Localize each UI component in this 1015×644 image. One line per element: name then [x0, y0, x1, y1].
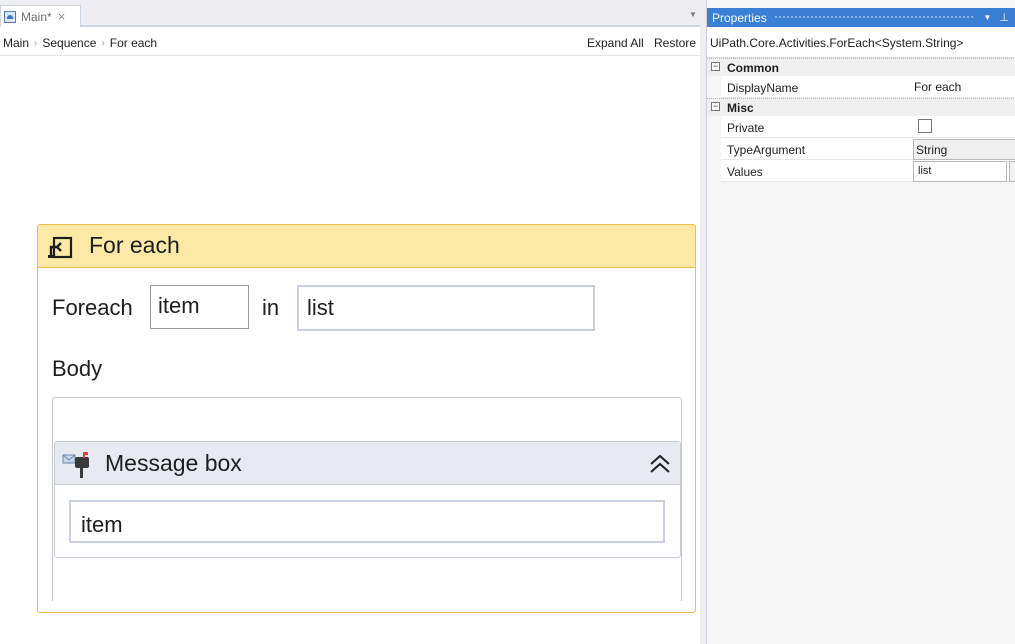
message-text-input[interactable]: item — [69, 500, 665, 543]
document-tab-bar: Main* × ▼ — [0, 0, 700, 27]
body-drop-area[interactable]: Message box item — [52, 397, 682, 601]
typeargument-value: String — [916, 143, 948, 157]
message-box-header[interactable]: Message box — [55, 442, 680, 485]
foreach-label: Foreach — [52, 295, 133, 320]
item-variable-input[interactable]: item — [150, 285, 249, 329]
collapse-chevron-icon[interactable] — [647, 451, 673, 477]
property-row-displayname[interactable]: DisplayName For each — [721, 76, 1015, 98]
breadcrumb-item-sequence[interactable]: Sequence — [42, 36, 96, 50]
typeargument-select[interactable]: String ▼ — [913, 139, 1015, 160]
in-label: in — [262, 295, 280, 320]
properties-title: Properties — [712, 10, 767, 25]
properties-title-bar[interactable]: Properties ▼ ⊥ — [707, 8, 1015, 27]
property-row-typeargument[interactable]: TypeArgument String ▼ — [721, 138, 1015, 160]
breadcrumb: Main › Sequence › For each — [3, 36, 157, 50]
body-label: Body — [52, 356, 103, 381]
properties-panel: Properties ▼ ⊥ UiPath.Core.Activities.Fo… — [706, 0, 1015, 644]
collapse-category-icon[interactable]: − — [711, 62, 720, 71]
restore-button[interactable]: Restore — [654, 36, 696, 50]
breadcrumb-separator-icon: › — [34, 37, 38, 49]
property-name: Values — [727, 165, 763, 179]
displayname-value[interactable]: For each — [914, 80, 961, 99]
property-row-private[interactable]: Private — [721, 116, 1015, 138]
values-input[interactable]: list — [913, 161, 1007, 182]
category-label: Common — [727, 61, 779, 75]
property-name: Private — [727, 121, 765, 135]
private-checkbox[interactable] — [918, 119, 932, 133]
category-label: Misc — [727, 101, 754, 115]
expand-all-button[interactable]: Expand All — [587, 36, 644, 50]
tab-label: Main* — [21, 9, 52, 24]
values-expression-input[interactable]: list — [297, 285, 595, 331]
breadcrumb-item-main[interactable]: Main — [3, 36, 29, 50]
selected-activity-type: UiPath.Core.Activities.ForEach<System.St… — [707, 27, 1015, 58]
panel-grip — [773, 15, 974, 20]
message-box-activity[interactable]: Message box item — [54, 441, 681, 558]
for-each-header[interactable]: For each — [38, 225, 695, 268]
property-grid: − Common DisplayName For each − Misc Pri… — [707, 58, 1015, 182]
workflow-file-icon — [4, 10, 16, 23]
breadcrumb-item-for-each[interactable]: For each — [110, 36, 157, 50]
mailbox-icon — [62, 452, 89, 478]
values-ellipsis-button[interactable]: ... — [1009, 161, 1015, 182]
pin-icon[interactable]: ⊥ — [999, 11, 1009, 24]
panel-menu-dropdown-icon[interactable]: ▼ — [983, 13, 991, 22]
property-name: DisplayName — [727, 81, 799, 95]
message-box-title: Message box — [105, 450, 242, 476]
property-name: TypeArgument — [727, 143, 806, 157]
property-row-values[interactable]: Values list ... — [721, 160, 1015, 182]
for-each-activity[interactable]: For each Foreach item in list Body Messa… — [37, 224, 696, 613]
tab-list-dropdown-icon[interactable]: ▼ — [689, 10, 697, 19]
category-common[interactable]: − Common — [707, 58, 1015, 76]
for-each-title: For each — [89, 232, 180, 258]
collapse-category-icon[interactable]: − — [711, 102, 720, 111]
tab-main[interactable]: Main* × — [0, 5, 81, 27]
category-misc[interactable]: − Misc — [707, 98, 1015, 116]
breadcrumb-bar: Main › Sequence › For each Expand All Re… — [0, 29, 700, 56]
breadcrumb-separator-icon: › — [101, 37, 105, 49]
workflow-designer: Main* × ▼ Main › Sequence › For each Exp… — [0, 0, 700, 644]
close-tab-icon[interactable]: × — [58, 9, 66, 24]
for-each-loop-icon — [48, 236, 73, 259]
